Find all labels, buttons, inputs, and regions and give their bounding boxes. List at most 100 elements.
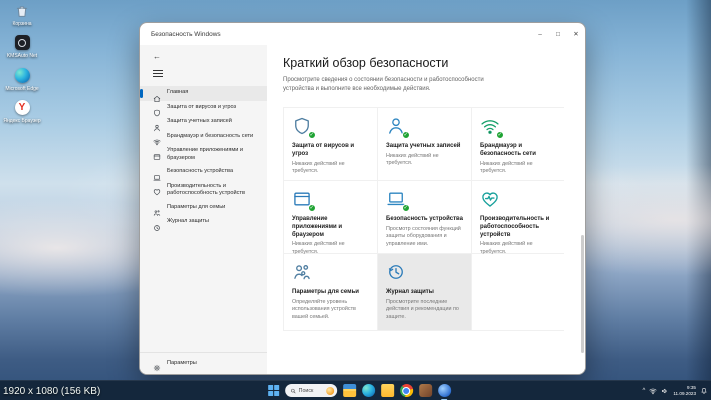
kmsauto-icon xyxy=(14,34,31,51)
tile-title: Брандмауэр и безопасность сети xyxy=(480,143,557,159)
heart-pulse-icon xyxy=(480,189,502,211)
sidebar-item-label: Журнал защиты xyxy=(167,218,209,226)
sidebar-item-firewall[interactable]: Брандмауэр и безопасность сети xyxy=(140,130,267,145)
desktop-icon-kmsauto[interactable]: KMSAuto Net xyxy=(2,34,42,59)
sidebar-item-family-options[interactable]: Параметры для семьи xyxy=(140,201,267,216)
desktop-icon-recycle-bin[interactable]: Корзина xyxy=(2,2,42,27)
check-badge-icon: ✓ xyxy=(496,131,505,140)
shield-check-icon: ✓ xyxy=(292,116,314,138)
shield-icon xyxy=(153,104,161,112)
taskbar-search[interactable]: Поиск xyxy=(285,384,337,397)
maximize-button[interactable]: □ xyxy=(549,23,567,45)
page-subtitle: Просмотрите сведения о состоянии безопас… xyxy=(283,76,508,94)
volume-icon[interactable] xyxy=(661,387,669,395)
menu-icon[interactable] xyxy=(153,70,163,77)
yandex-browser-icon: Y xyxy=(14,99,31,116)
tile-protection-history[interactable]: Журнал защиты Просмотрите последние дейс… xyxy=(378,254,471,330)
family-icon xyxy=(153,204,161,212)
sidebar-item-account-protection[interactable]: Защита учетных записей xyxy=(140,115,267,130)
scrollbar[interactable] xyxy=(581,235,584,353)
settings-label: Параметры xyxy=(167,360,197,366)
tile-title: Управление приложениями и браузером xyxy=(292,216,369,239)
back-button[interactable]: ← xyxy=(140,45,267,61)
search-icon xyxy=(290,388,296,394)
system-tray: ^ 9:35 11.09.2023 xyxy=(643,381,708,400)
file-explorer-icon[interactable] xyxy=(343,384,356,397)
sidebar-item-label: Параметры для семьи xyxy=(167,204,225,212)
sidebar-item-settings[interactable]: Параметры xyxy=(140,352,267,374)
image-size-caption: 1920 x 1080 (156 KB) xyxy=(3,386,100,397)
sidebar-item-device-security[interactable]: Безопасность устройства xyxy=(140,165,267,180)
check-badge-icon: ✓ xyxy=(402,204,411,213)
tile-account-protection[interactable]: ✓ Защита учетных записей Никаких действи… xyxy=(378,108,471,180)
tile-title: Производительность и работоспособность у… xyxy=(480,216,557,239)
app-window-icon xyxy=(153,148,161,156)
gear-icon xyxy=(153,359,161,367)
sidebar-item-label: Защита учетных записей xyxy=(167,118,232,126)
chrome-icon[interactable] xyxy=(400,384,413,397)
wifi-check-icon: ✓ xyxy=(480,116,502,138)
tile-desc: Никаких действий не требуется. xyxy=(292,161,369,176)
tile-desc: Просмотр состояния функций защиты оборуд… xyxy=(386,226,463,249)
tile-virus-protection[interactable]: ✓ Защита от вирусов и угроз Никаких дейс… xyxy=(284,108,377,180)
minimize-button[interactable]: – xyxy=(531,23,549,45)
sidebar-item-label: Управление приложениями и браузером xyxy=(167,147,261,162)
start-button[interactable] xyxy=(268,385,279,396)
caption-buttons: – □ ✕ xyxy=(531,23,585,45)
network-icon[interactable] xyxy=(649,387,657,395)
tile-device-security[interactable]: ✓ Безопасность устройства Просмотр состо… xyxy=(378,181,471,253)
window-title: Безопасность Windows xyxy=(140,31,531,38)
tile-title: Журнал защиты xyxy=(386,289,463,297)
tile-device-performance[interactable]: Производительность и работоспособность у… xyxy=(472,181,565,253)
edge-icon xyxy=(14,67,31,84)
sidebar: ← Главная Защита от вирусов и угроз Защи… xyxy=(140,45,267,374)
sidebar-nav: Главная Защита от вирусов и угроз Защита… xyxy=(140,86,267,230)
tile-app-browser-control[interactable]: ✓ Управление приложениями и браузером Ни… xyxy=(284,181,377,253)
check-badge-icon: ✓ xyxy=(402,131,411,140)
sidebar-item-label: Брандмауэр и безопасность сети xyxy=(167,133,253,141)
sidebar-item-virus-protection[interactable]: Защита от вирусов и угроз xyxy=(140,101,267,116)
pinned-app-icon[interactable] xyxy=(419,384,432,397)
sidebar-item-protection-history[interactable]: Журнал защиты xyxy=(140,215,267,230)
search-highlight-icon xyxy=(326,387,334,395)
family-icon xyxy=(292,262,314,284)
search-placeholder: Поиск xyxy=(299,388,323,394)
tile-desc: Просмотрите последние действия и рекомен… xyxy=(386,299,463,322)
tile-empty-cell xyxy=(472,254,565,330)
sidebar-item-label: Главная xyxy=(167,89,188,97)
taskbar: Поиск ^ 9:35 11.09.2023 xyxy=(0,380,711,400)
tile-desc: Никаких действий не требуется. xyxy=(386,153,463,168)
wifi-icon xyxy=(153,133,161,141)
tile-firewall[interactable]: ✓ Брандмауэр и безопасность сети Никаких… xyxy=(472,108,565,180)
security-tiles-grid: ✓ Защита от вирусов и угроз Никаких дейс… xyxy=(283,107,564,331)
desktop-icon-yandex[interactable]: Y Яндекс Браузер xyxy=(2,99,42,124)
sidebar-item-device-performance[interactable]: Производительность и работоспособность у… xyxy=(140,180,267,201)
desktop-icon-label: Microsoft Edge xyxy=(5,86,38,92)
person-check-icon: ✓ xyxy=(386,116,408,138)
sidebar-item-home[interactable]: Главная xyxy=(140,86,267,101)
desktop-icon-column: Корзина KMSAuto Net Microsoft Edge Y Янд… xyxy=(2,2,42,124)
hidden-icons-chevron[interactable]: ^ xyxy=(643,388,646,394)
notification-bell-icon[interactable] xyxy=(700,387,708,395)
tile-desc: Никаких действий не требуется. xyxy=(480,161,557,176)
tile-title: Защита учетных записей xyxy=(386,143,463,151)
sidebar-item-app-browser-control[interactable]: Управление приложениями и браузером xyxy=(140,144,267,165)
history-clock-icon xyxy=(153,219,161,227)
desktop-icon-label: Яндекс Браузер xyxy=(3,118,40,124)
tile-family-options[interactable]: Параметры для семьи Определяйте уровень … xyxy=(284,254,377,330)
window-titlebar[interactable]: Безопасность Windows – □ ✕ xyxy=(140,23,585,45)
desktop-icon-edge[interactable]: Microsoft Edge xyxy=(2,67,42,92)
desktop-icon-label: KMSAuto Net xyxy=(7,53,37,59)
close-button[interactable]: ✕ xyxy=(567,23,585,45)
main-content: Краткий обзор безопасности Просмотрите с… xyxy=(267,45,585,374)
edge-icon[interactable] xyxy=(362,384,375,397)
history-clock-icon xyxy=(386,262,408,284)
taskbar-clock[interactable]: 9:35 11.09.2023 xyxy=(673,385,696,396)
recycle-bin-icon xyxy=(14,2,31,19)
folder-icon[interactable] xyxy=(381,384,394,397)
person-icon xyxy=(153,119,161,127)
sidebar-item-label: Безопасность устройства xyxy=(167,168,233,176)
tile-title: Защита от вирусов и угроз xyxy=(292,143,369,159)
page-title: Краткий обзор безопасности xyxy=(283,56,585,70)
windows-security-taskbar-icon[interactable] xyxy=(438,384,451,397)
